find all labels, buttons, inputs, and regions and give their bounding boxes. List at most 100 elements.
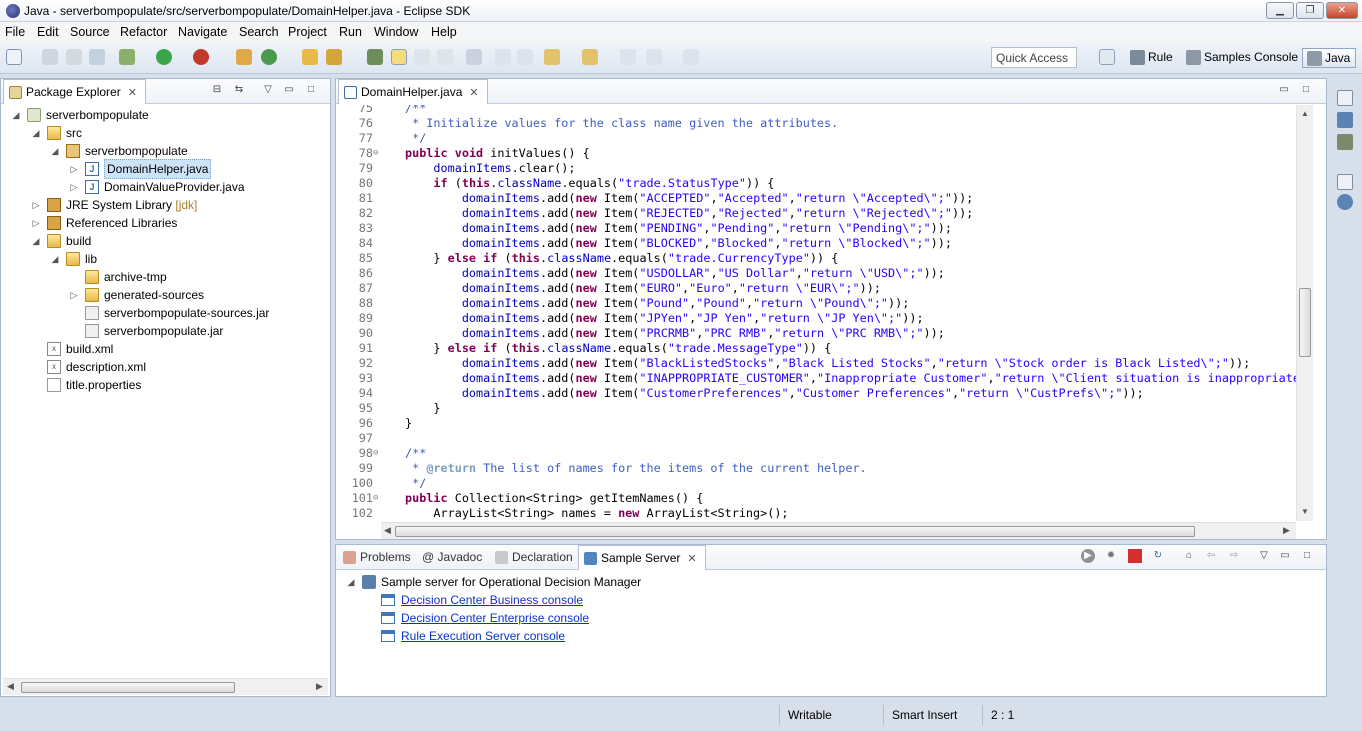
perspective-samples-console[interactable]: Samples Console	[1186, 48, 1298, 68]
redo-icon[interactable]	[517, 49, 533, 65]
package-explorer-hscrollbar[interactable]: ◀ ▶	[3, 678, 328, 695]
collapse-arrow-icon[interactable]: ◢	[344, 573, 358, 591]
minimize-view-icon[interactable]: ▭	[282, 83, 296, 97]
menu-file[interactable]: File	[5, 25, 25, 39]
forward-icon[interactable]: ⇨	[1227, 549, 1241, 563]
task-list-icon[interactable]	[1337, 134, 1353, 150]
editor-vscrollbar[interactable]: ▲ ▼	[1296, 105, 1313, 521]
search-icon[interactable]	[326, 49, 342, 65]
decision-center-enterprise-console-link[interactable]: Decision Center Enterprise console	[401, 609, 589, 627]
expand-arrow-icon[interactable]: ▷	[29, 214, 43, 232]
code-line[interactable]: 93 domainItems.add(new Item("INAPPROPRIA…	[336, 371, 1296, 386]
open-perspective-icon[interactable]	[1099, 49, 1115, 65]
undo-icon[interactable]	[495, 49, 511, 65]
scroll-down-icon[interactable]: ▼	[1301, 507, 1309, 516]
debug-icon[interactable]	[119, 49, 135, 65]
editor-hscrollbar[interactable]: ◀ ▶	[381, 522, 1296, 539]
skip-breakpoints-icon[interactable]	[466, 49, 482, 65]
collapse-all-icon[interactable]: ⊟	[210, 83, 224, 97]
code-line[interactable]: 89 domainItems.add(new Item("JPYen","JP …	[336, 311, 1296, 326]
menu-navigate[interactable]: Navigate	[178, 25, 227, 39]
toggle-mark-occurrences-icon[interactable]	[367, 49, 383, 65]
refresh-icon[interactable]: ↻	[1151, 549, 1165, 563]
maximize-view-icon[interactable]: □	[1300, 549, 1314, 563]
menu-refactor[interactable]: Refactor	[120, 25, 167, 39]
code-line[interactable]: 80 if (this.className.equals("trade.Stat…	[336, 176, 1296, 191]
previous-annotation-icon[interactable]	[582, 49, 598, 65]
code-line[interactable]: 99 * @return The list of names for the i…	[336, 461, 1296, 476]
minimize-view-icon[interactable]: ▭	[1277, 83, 1291, 97]
new-class-icon[interactable]	[261, 49, 277, 65]
code-line[interactable]: 87 domainItems.add(new Item("EURO","Euro…	[336, 281, 1296, 296]
save-all-icon[interactable]	[66, 49, 82, 65]
menu-project[interactable]: Project	[288, 25, 327, 39]
save-icon[interactable]	[42, 49, 58, 65]
menu-window[interactable]: Window	[374, 25, 418, 39]
menu-run[interactable]: Run	[339, 25, 362, 39]
code-line[interactable]: 98 ⊖ /**	[336, 446, 1296, 461]
code-line[interactable]: 100 */	[336, 476, 1296, 491]
code-line[interactable]: 95 }	[336, 401, 1296, 416]
tab-domainhelper-java[interactable]: DomainHelper.java ✕	[338, 79, 488, 104]
code-line[interactable]: 101 ⊖ public Collection<String> getItemNam…	[336, 491, 1296, 506]
maximize-button[interactable]: ❐	[1296, 2, 1324, 19]
link-with-editor-icon[interactable]: ⇆	[232, 83, 246, 97]
fold-toggle-icon[interactable]: ⊖	[373, 146, 383, 161]
close-tab-icon[interactable]: ✕	[128, 87, 137, 99]
print-icon[interactable]	[89, 49, 105, 65]
show-whitespace-icon[interactable]	[437, 49, 453, 65]
perspective-rule[interactable]: Rule	[1130, 48, 1173, 68]
close-tab-icon[interactable]: ✕	[469, 87, 478, 99]
scroll-up-icon[interactable]: ▲	[1301, 109, 1309, 118]
code-line[interactable]: 97	[336, 431, 1296, 446]
code-line[interactable]: 102 ArrayList<String> names = new ArrayL…	[336, 506, 1296, 521]
scroll-thumb[interactable]	[1299, 288, 1311, 357]
highlight-icon[interactable]	[391, 49, 407, 65]
scroll-left-icon[interactable]: ◀	[7, 681, 14, 692]
code-line[interactable]: 91 } else if (this.className.equals("tra…	[336, 341, 1296, 356]
collapse-arrow-icon[interactable]: ◢	[48, 142, 62, 160]
view-menu-icon[interactable]: ▽	[1257, 549, 1271, 563]
restore-icon[interactable]	[1337, 90, 1353, 106]
scroll-right-icon[interactable]: ▶	[1283, 525, 1290, 536]
fold-toggle-icon[interactable]: ⊖	[373, 446, 383, 461]
maximize-view-icon[interactable]: □	[1299, 83, 1313, 97]
collapse-arrow-icon[interactable]: ◢	[29, 232, 43, 250]
decision-center-business-console-link[interactable]: Decision Center Business console	[401, 591, 583, 609]
code-line[interactable]: 85 } else if (this.className.equals("tra…	[336, 251, 1296, 266]
new-java-project-icon[interactable]	[236, 49, 252, 65]
outline-icon[interactable]	[1337, 112, 1353, 128]
expand-arrow-icon[interactable]: ▷	[29, 196, 43, 214]
rule-execution-server-console-link[interactable]: Rule Execution Server console	[401, 627, 565, 645]
restore-icon[interactable]	[1337, 174, 1353, 190]
perspective-java[interactable]: Java	[1302, 48, 1357, 68]
open-type-icon[interactable]	[302, 49, 318, 65]
scroll-right-icon[interactable]: ▶	[316, 681, 323, 692]
view-menu-icon[interactable]: ▽	[261, 83, 275, 97]
code-line[interactable]: 82 domainItems.add(new Item("REJECTED","…	[336, 206, 1296, 221]
menu-source[interactable]: Source	[70, 25, 110, 39]
code-line[interactable]: 96}	[336, 416, 1296, 431]
stop-server-icon[interactable]	[1128, 549, 1142, 563]
code-line[interactable]: 81 domainItems.add(new Item("ACCEPTED","…	[336, 191, 1296, 206]
back-icon[interactable]: ⇦	[1204, 549, 1218, 563]
code-line[interactable]: 84 domainItems.add(new Item("BLOCKED","B…	[336, 236, 1296, 251]
back-icon[interactable]	[646, 49, 662, 65]
scroll-thumb[interactable]	[395, 526, 1195, 537]
code-area[interactable]: 75/** 76 * Initialize values for the clas…	[336, 105, 1296, 521]
code-line[interactable]: 88 domainItems.add(new Item("Pound","Pou…	[336, 296, 1296, 311]
code-line[interactable]: 94 domainItems.add(new Item("CustomerPre…	[336, 386, 1296, 401]
code-line[interactable]: 92 domainItems.add(new Item("BlackListed…	[336, 356, 1296, 371]
quick-access-input[interactable]: Quick Access	[991, 47, 1077, 68]
code-line[interactable]: 79 domainItems.clear();	[336, 161, 1296, 176]
close-tab-icon[interactable]: ✕	[687, 553, 696, 565]
collapse-arrow-icon[interactable]: ◢	[48, 250, 62, 268]
new-icon[interactable]	[6, 49, 22, 65]
tab-sample-server[interactable]: Sample Server ✕	[578, 545, 706, 570]
start-server-icon[interactable]: ▶	[1081, 549, 1095, 563]
minimize-view-icon[interactable]: ▭	[1278, 549, 1292, 563]
menu-search[interactable]: Search	[239, 25, 279, 39]
menu-edit[interactable]: Edit	[37, 25, 59, 39]
code-line[interactable]: 83 domainItems.add(new Item("PENDING","P…	[336, 221, 1296, 236]
minimize-button[interactable]: ▁	[1266, 2, 1294, 19]
